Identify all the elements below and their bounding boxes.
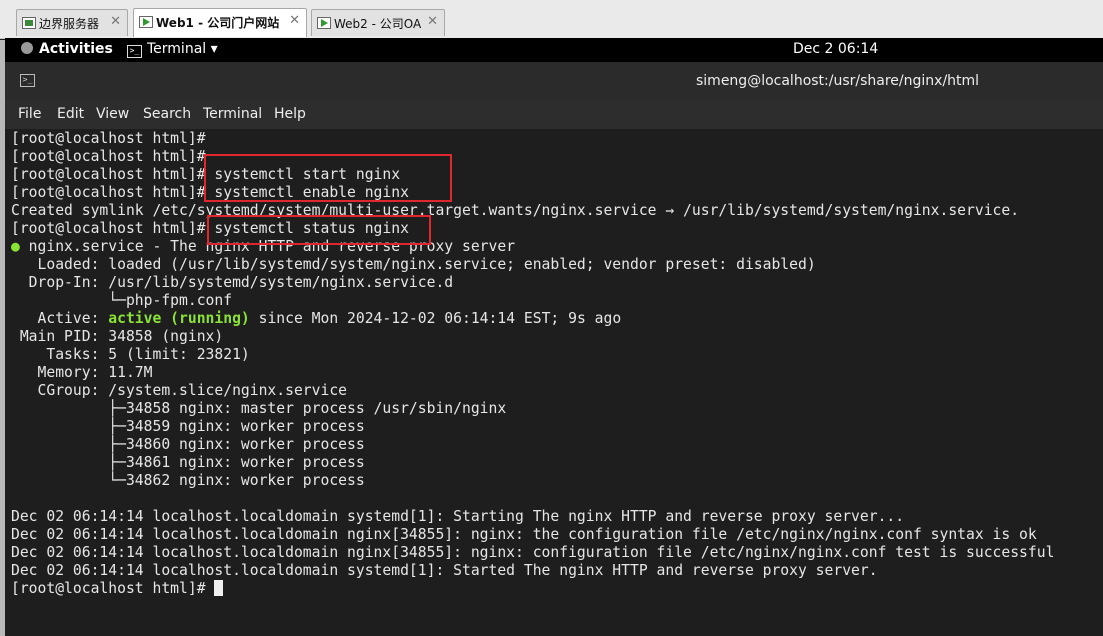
- terminal-line: └─php-fpm.conf: [11, 292, 233, 309]
- vm-tab-label: Web2 - 公司OA: [334, 17, 422, 31]
- terminal-line: ├─34860 nginx: worker process: [11, 436, 365, 453]
- vm-tab-strip: 边界服务器 ✕ Web1 - 公司门户网站 ✕ Web2 - 公司OA ✕: [0, 0, 1103, 39]
- terminal-line: Memory: 11.7M: [11, 364, 153, 381]
- app-menu-label: Terminal: [147, 41, 207, 57]
- close-icon[interactable]: ✕: [427, 14, 438, 29]
- terminal-line: ├─34858 nginx: master process /usr/sbin/…: [11, 400, 507, 417]
- text-cursor[interactable]: [214, 580, 224, 596]
- terminal-line: CGroup: /system.slice/nginx.service: [11, 382, 348, 399]
- vm-tab-label: 边界服务器: [39, 17, 100, 31]
- app-menu[interactable]: >_ Terminal ▾: [127, 41, 218, 58]
- terminal-line: Dec 02 06:14:14 localhost.localdomain ng…: [11, 526, 1037, 543]
- gnome-top-bar: Activities >_ Terminal ▾ Dec 2 06:14: [5, 38, 1103, 62]
- terminal-line: Loaded: loaded (/usr/lib/systemd/system/…: [11, 256, 816, 273]
- menu-edit[interactable]: Edit: [57, 106, 84, 122]
- active-state: active (running): [108, 310, 250, 327]
- clock[interactable]: Dec 2 06:14: [793, 41, 878, 57]
- close-icon[interactable]: ✕: [289, 13, 300, 28]
- menu-search[interactable]: Search: [143, 106, 191, 122]
- status-dot-icon: ●: [11, 238, 20, 255]
- activities-label: Activities: [39, 41, 113, 57]
- terminal-icon[interactable]: >_: [20, 74, 35, 87]
- menu-terminal[interactable]: Terminal: [203, 106, 262, 122]
- close-icon[interactable]: ✕: [110, 14, 121, 29]
- vm-icon: [317, 17, 331, 29]
- terminal-line: Dec 02 06:14:14 localhost.localdomain sy…: [11, 508, 905, 525]
- active-label: Active:: [11, 310, 109, 327]
- vm-tab-border-server[interactable]: 边界服务器 ✕: [16, 9, 128, 36]
- vm-icon: [22, 17, 36, 29]
- terminal-line: Tasks: 5 (limit: 23821): [11, 346, 250, 363]
- vm-tab-web2[interactable]: Web2 - 公司OA ✕: [311, 9, 445, 36]
- terminal-line: ├─34861 nginx: worker process: [11, 454, 365, 471]
- gnome-icon: [21, 42, 33, 54]
- highlight-box: [207, 215, 431, 245]
- menu-file[interactable]: File: [18, 106, 41, 122]
- terminal-line: Dec 02 06:14:14 localhost.localdomain sy…: [11, 562, 878, 579]
- activities-button[interactable]: Activities: [21, 41, 113, 57]
- prompt-line: [root@localhost html]#: [11, 580, 224, 598]
- highlight-box: [204, 154, 452, 202]
- terminal-line: Created symlink /etc/systemd/system/mult…: [11, 202, 1020, 219]
- active-since: since Mon 2024-12-02 06:14:14 EST; 9s ag…: [249, 310, 622, 327]
- terminal-menubar: File Edit View Search Terminal Help: [5, 100, 1103, 129]
- terminal-titlebar: >_ simeng@localhost:/usr/share/nginx/htm…: [5, 62, 1103, 100]
- chevron-down-icon: ▾: [210, 41, 218, 57]
- menu-help[interactable]: Help: [274, 106, 306, 122]
- terminal-line: └─34862 nginx: worker process: [11, 472, 365, 489]
- vm-tab-web1[interactable]: Web1 - 公司门户网站 ✕: [133, 8, 307, 37]
- vm-icon: [139, 16, 153, 28]
- prompt: [root@localhost html]#: [11, 580, 215, 597]
- terminal-line: [root@localhost html]#: [11, 130, 206, 147]
- terminal-line: [root@localhost html]#: [11, 148, 206, 165]
- window-title: simeng@localhost:/usr/share/nginx/html: [696, 73, 980, 89]
- terminal-line: Dec 02 06:14:14 localhost.localdomain ng…: [11, 544, 1055, 561]
- vm-tab-label: Web1 - 公司门户网站: [156, 16, 280, 30]
- terminal-icon: >_: [127, 45, 142, 58]
- terminal-output[interactable]: [root@localhost html]# [root@localhost h…: [5, 129, 1103, 636]
- terminal-line: ├─34859 nginx: worker process: [11, 418, 365, 435]
- menu-view[interactable]: View: [96, 106, 129, 122]
- terminal-line: Main PID: 34858 (nginx): [11, 328, 224, 345]
- active-status-line: Active: active (running) since Mon 2024-…: [11, 310, 622, 328]
- terminal-line: Drop-In: /usr/lib/systemd/system/nginx.s…: [11, 274, 454, 291]
